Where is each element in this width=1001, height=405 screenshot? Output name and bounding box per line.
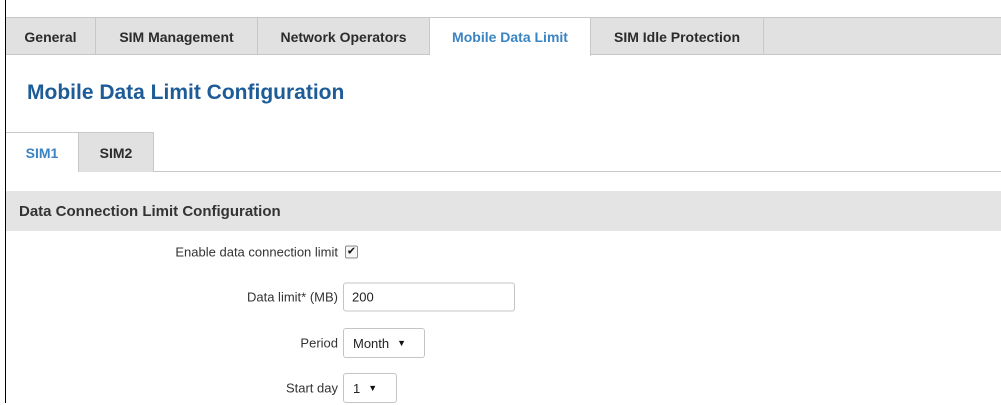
- sim-tab-bar: SIM1 SIM2: [6, 132, 1001, 172]
- enable-limit-label: Enable data connection limit: [175, 244, 338, 260]
- enable-limit-row: Enable data connection limit ✔: [6, 235, 1001, 269]
- start-day-row: Start day 1 ▼: [6, 371, 1001, 405]
- start-day-value: 1: [353, 380, 361, 396]
- config-page: General SIM Management Network Operators…: [5, 0, 1001, 403]
- enable-limit-checkbox[interactable]: ✔: [345, 245, 358, 259]
- tab-network-operators[interactable]: Network Operators: [258, 18, 430, 55]
- data-limit-input[interactable]: [343, 282, 515, 312]
- period-label: Period: [300, 335, 338, 351]
- tab-sim-idle-protection[interactable]: SIM Idle Protection: [591, 18, 764, 55]
- tab-mobile-data-limit[interactable]: Mobile Data Limit: [430, 18, 591, 56]
- period-select[interactable]: Month ▼: [343, 328, 425, 358]
- period-row: Period Month ▼: [6, 326, 1001, 360]
- tab-sim2[interactable]: SIM2: [79, 132, 154, 172]
- section-header: Data Connection Limit Configuration: [6, 191, 1001, 231]
- dropdown-arrow-icon: ▼: [397, 338, 407, 348]
- start-day-select[interactable]: 1 ▼: [343, 373, 397, 403]
- start-day-label: Start day: [285, 380, 338, 396]
- tab-sim-management[interactable]: SIM Management: [96, 18, 258, 55]
- page-title: Mobile Data Limit Configuration: [27, 81, 345, 104]
- tab-sim1[interactable]: SIM1: [6, 132, 79, 172]
- period-value: Month: [353, 335, 390, 351]
- data-limit-row: Data limit* (MB): [6, 280, 1001, 314]
- top-tab-bar: General SIM Management Network Operators…: [6, 17, 1001, 56]
- data-limit-label: Data limit* (MB): [246, 289, 338, 305]
- dropdown-arrow-icon: ▼: [368, 383, 378, 393]
- checkmark-icon: ✔: [346, 245, 357, 258]
- tab-general[interactable]: General: [6, 18, 96, 55]
